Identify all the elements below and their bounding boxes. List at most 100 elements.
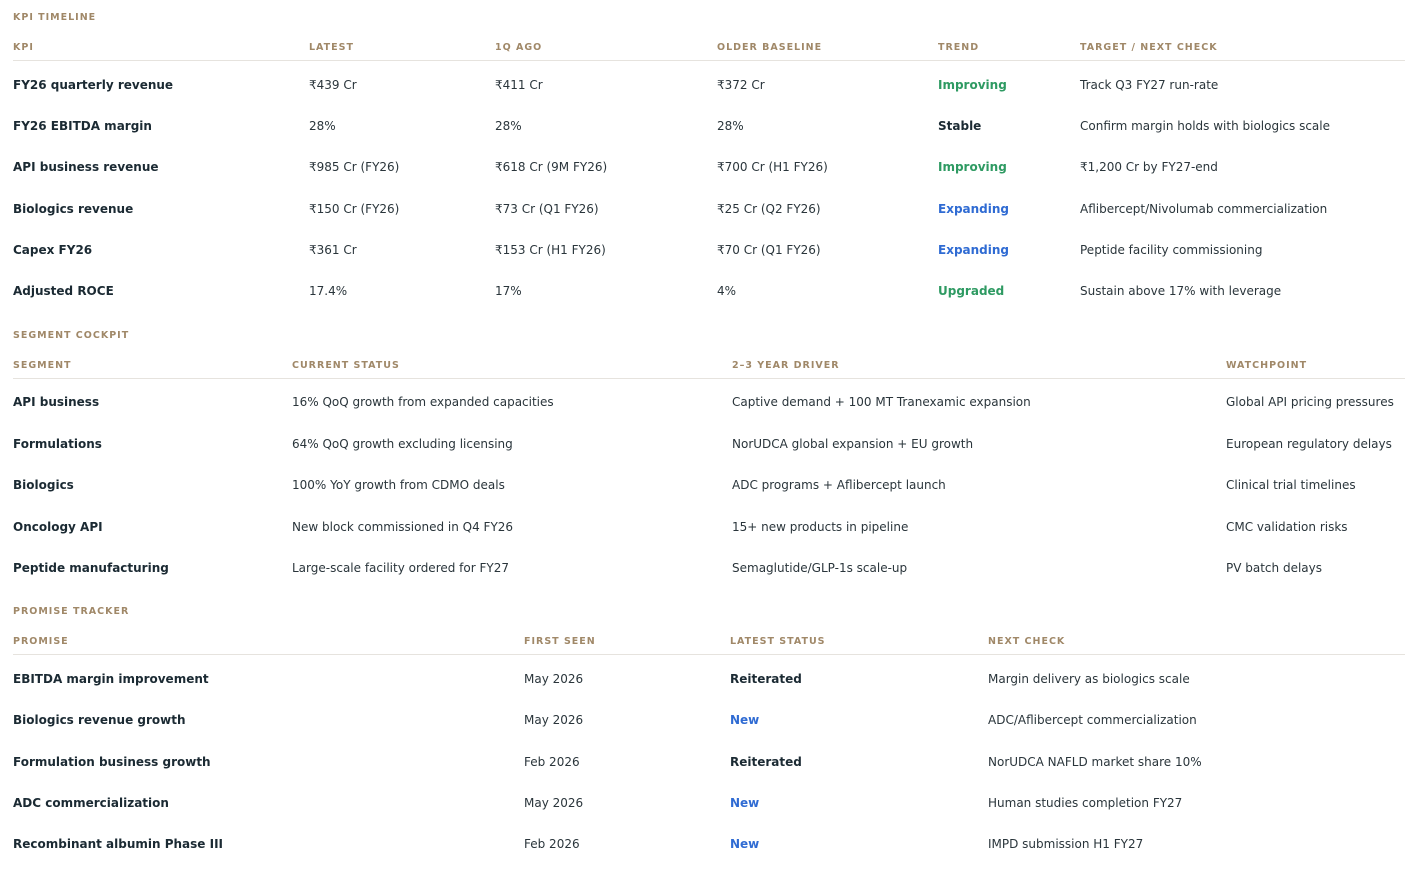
- kpi-1q-ago: ₹153 Cr (H1 FY26): [495, 243, 606, 257]
- promise-row: Biologics revenue growth May 2026 New AD…: [13, 713, 1405, 733]
- promise-status-badge: Reiterated: [730, 755, 802, 769]
- segment-row: Oncology API New block commissioned in Q…: [13, 520, 1405, 540]
- kpi-col-kpi: KPI: [13, 42, 34, 53]
- kpi-baseline: 28%: [717, 119, 744, 133]
- kpi-baseline: ₹700 Cr (H1 FY26): [717, 160, 828, 174]
- kpi-name: Adjusted ROCE: [13, 284, 114, 298]
- segment-row: Peptide manufacturing Large-scale facili…: [13, 561, 1405, 581]
- kpi-1q-ago: 28%: [495, 119, 522, 133]
- promise-col-next-check: NEXT CHECK: [988, 636, 1066, 647]
- promise-name: ADC commercialization: [13, 796, 169, 810]
- kpi-trend-badge: Stable: [938, 119, 982, 133]
- kpi-name: API business revenue: [13, 160, 159, 174]
- kpi-timeline-section: KPI TIMELINE KPI LATEST 1Q AGO OLDER BAS…: [13, 12, 1405, 312]
- segment-driver: ADC programs + Aflibercept launch: [732, 478, 946, 492]
- promise-col-first-seen: FIRST SEEN: [524, 636, 596, 647]
- segment-status: 100% YoY growth from CDMO deals: [292, 478, 505, 492]
- promise-next-check: IMPD submission H1 FY27: [988, 837, 1144, 851]
- segment-name: Formulations: [13, 437, 102, 451]
- kpi-latest: 28%: [309, 119, 336, 133]
- promise-first-seen: May 2026: [524, 672, 584, 686]
- promise-first-seen: May 2026: [524, 713, 584, 727]
- segment-status: New block commissioned in Q4 FY26: [292, 520, 514, 534]
- promise-next-check: Margin delivery as biologics scale: [988, 672, 1190, 686]
- promise-row: Formulation business growth Feb 2026 Rei…: [13, 755, 1405, 775]
- segment-section-title: SEGMENT COCKPIT: [13, 330, 130, 341]
- segment-watchpoint: European regulatory delays: [1226, 437, 1392, 451]
- kpi-1q-ago: ₹618 Cr (9M FY26): [495, 160, 608, 174]
- kpi-col-trend: TREND: [938, 42, 980, 53]
- promise-first-seen: Feb 2026: [524, 837, 580, 851]
- kpi-row: API business revenue ₹985 Cr (FY26) ₹618…: [13, 160, 1405, 180]
- promise-first-seen: Feb 2026: [524, 755, 580, 769]
- segment-row: Biologics 100% YoY growth from CDMO deal…: [13, 478, 1405, 498]
- segment-row: Formulations 64% QoQ growth excluding li…: [13, 437, 1405, 457]
- kpi-name: Biologics revenue: [13, 202, 134, 216]
- kpi-baseline: 4%: [717, 284, 737, 298]
- segment-row: API business 16% QoQ growth from expande…: [13, 395, 1405, 415]
- segment-driver: Semaglutide/GLP-1s scale-up: [732, 561, 908, 575]
- promise-status-badge: New: [730, 713, 760, 727]
- segment-col-driver: 2–3 YEAR DRIVER: [732, 360, 840, 371]
- segment-status: Large-scale facility ordered for FY27: [292, 561, 509, 575]
- promise-tracker-section: PROMISE TRACKER PROMISE FIRST SEEN LATES…: [13, 606, 1405, 866]
- kpi-row: Adjusted ROCE 17.4% 17% 4% Upgraded Sust…: [13, 284, 1405, 304]
- kpi-trend-badge: Improving: [938, 160, 1007, 174]
- segment-col-status: CURRENT STATUS: [292, 360, 400, 371]
- kpi-baseline: ₹70 Cr (Q1 FY26): [717, 243, 821, 257]
- promise-status-badge: New: [730, 796, 760, 810]
- kpi-1q-ago: ₹411 Cr: [495, 78, 543, 92]
- promise-next-check: ADC/Aflibercept commercialization: [988, 713, 1197, 727]
- kpi-target: ₹1,200 Cr by FY27-end: [1080, 160, 1218, 174]
- segment-status: 16% QoQ growth from expanded capacities: [292, 395, 554, 409]
- kpi-col-older-baseline: OLDER BASELINE: [717, 42, 823, 53]
- kpi-name: Capex FY26: [13, 243, 93, 257]
- kpi-latest: ₹439 Cr: [309, 78, 357, 92]
- kpi-1q-ago: ₹73 Cr (Q1 FY26): [495, 202, 599, 216]
- kpi-row: Capex FY26 ₹361 Cr ₹153 Cr (H1 FY26) ₹70…: [13, 243, 1405, 263]
- kpi-trend-badge: Expanding: [938, 243, 1010, 257]
- segment-watchpoint: Global API pricing pressures: [1226, 395, 1394, 409]
- kpi-target: Aflibercept/Nivolumab commercialization: [1080, 202, 1328, 216]
- segment-name: API business: [13, 395, 100, 409]
- kpi-row: Biologics revenue ₹150 Cr (FY26) ₹73 Cr …: [13, 202, 1405, 222]
- kpi-target: Peptide facility commissioning: [1080, 243, 1263, 257]
- promise-status-badge: New: [730, 837, 760, 851]
- promise-first-seen: May 2026: [524, 796, 584, 810]
- promise-next-check: NorUDCA NAFLD market share 10%: [988, 755, 1202, 769]
- segment-cockpit-section: SEGMENT COCKPIT SEGMENT CURRENT STATUS 2…: [13, 330, 1405, 590]
- kpi-name: FY26 EBITDA margin: [13, 119, 152, 133]
- promise-col-promise: PROMISE: [13, 636, 69, 647]
- kpi-1q-ago: 17%: [495, 284, 522, 298]
- promise-next-check: Human studies completion FY27: [988, 796, 1183, 810]
- kpi-section-title: KPI TIMELINE: [13, 12, 97, 23]
- segment-watchpoint: CMC validation risks: [1226, 520, 1348, 534]
- promise-row: ADC commercialization May 2026 New Human…: [13, 796, 1405, 816]
- promise-row: Recombinant albumin Phase III Feb 2026 N…: [13, 837, 1405, 857]
- kpi-col-1q-ago: 1Q AGO: [495, 42, 543, 53]
- segment-name: Oncology API: [13, 520, 103, 534]
- promise-name: Biologics revenue growth: [13, 713, 186, 727]
- kpi-trend-badge: Expanding: [938, 202, 1010, 216]
- kpi-target: Track Q3 FY27 run-rate: [1080, 78, 1219, 92]
- kpi-row: FY26 quarterly revenue ₹439 Cr ₹411 Cr ₹…: [13, 78, 1405, 98]
- segment-name: Peptide manufacturing: [13, 561, 169, 575]
- kpi-name: FY26 quarterly revenue: [13, 78, 174, 92]
- promise-row: EBITDA margin improvement May 2026 Reite…: [13, 672, 1405, 692]
- kpi-target: Sustain above 17% with leverage: [1080, 284, 1282, 298]
- kpi-row: FY26 EBITDA margin 28% 28% 28% Stable Co…: [13, 119, 1405, 139]
- segment-table-header: SEGMENT CURRENT STATUS 2–3 YEAR DRIVER W…: [13, 360, 1405, 379]
- kpi-latest: ₹150 Cr (FY26): [309, 202, 400, 216]
- kpi-target: Confirm margin holds with biologics scal…: [1080, 119, 1330, 133]
- segment-watchpoint: Clinical trial timelines: [1226, 478, 1356, 492]
- dashboard-page: KPI TIMELINE KPI LATEST 1Q AGO OLDER BAS…: [0, 0, 1405, 872]
- kpi-baseline: ₹25 Cr (Q2 FY26): [717, 202, 821, 216]
- promise-section-title: PROMISE TRACKER: [13, 606, 130, 617]
- kpi-latest: 17.4%: [309, 284, 348, 298]
- segment-driver: 15+ new products in pipeline: [732, 520, 909, 534]
- kpi-table-header: KPI LATEST 1Q AGO OLDER BASELINE TREND T…: [13, 42, 1405, 61]
- promise-name: Formulation business growth: [13, 755, 211, 769]
- promise-name: EBITDA margin improvement: [13, 672, 209, 686]
- segment-name: Biologics: [13, 478, 74, 492]
- kpi-col-latest: LATEST: [309, 42, 354, 53]
